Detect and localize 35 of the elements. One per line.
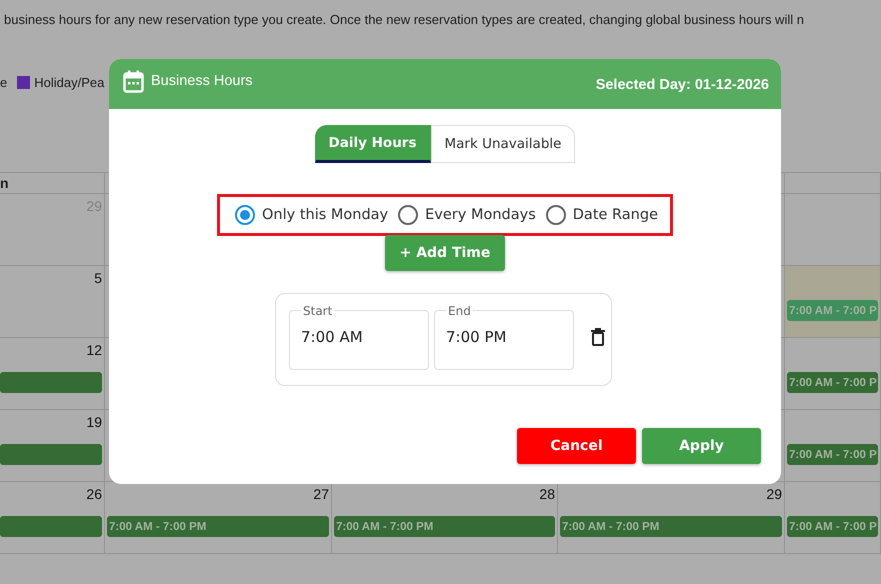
time-field[interactable]: Start 7:00 AM	[289, 304, 429, 370]
intro-text: business hours for any new reservation type you create. Once the new reservation types are created, changing global business hours will n	[4, 12, 804, 28]
day-number: 26	[86, 486, 102, 504]
radio-label[interactable]: Date Range	[572, 207, 658, 223]
dialog-title: Business Hours	[151, 73, 253, 91]
day-number: 5	[94, 270, 102, 288]
radio-label[interactable]: Only this Monday	[262, 207, 388, 223]
radio-button[interactable]	[235, 205, 255, 225]
event-bar[interactable]: 7:00 AM - 7:00 P	[787, 300, 878, 321]
day-number: 27	[313, 486, 329, 504]
tab[interactable]: Daily Hours	[314, 125, 430, 163]
event-bar[interactable]: 7:00 AM - 7:00 P	[787, 372, 878, 393]
delete-icon[interactable]	[591, 328, 605, 346]
tab[interactable]: Mark Unavailable	[430, 125, 576, 163]
event-bar[interactable]: 7:00 AM - 7:00 P	[787, 444, 878, 465]
radio-button[interactable]	[546, 205, 566, 225]
day-number: 29	[766, 486, 782, 504]
calendar-icon	[123, 70, 144, 93]
event-bar[interactable]: 7:00 AM - 7:00 PM	[560, 516, 782, 537]
day-number: 12	[86, 342, 102, 360]
legend-label: e	[0, 74, 8, 90]
column-header: n	[0, 173, 105, 194]
radio-button[interactable]	[398, 205, 418, 225]
day-number: 19	[86, 414, 102, 432]
cancel-button[interactable]: Cancel	[517, 428, 636, 464]
event-bar[interactable]: 7:00 AM - 7:00 P	[787, 516, 878, 537]
add-time-button[interactable]: + Add Time	[385, 235, 505, 271]
apply-button[interactable]: Apply	[642, 428, 761, 464]
selected-day-text: Selected Day: 01-12-2026	[596, 77, 769, 93]
day-number: 28	[539, 486, 555, 504]
time-field[interactable]: End 7:00 PM	[434, 304, 574, 370]
legend-label: Holiday/Pea	[34, 74, 104, 90]
event-bar[interactable]: 7:00 AM - 7:00 PM	[107, 516, 329, 537]
event-bar[interactable]: 7:00 AM - 7:00 PM	[334, 516, 555, 537]
radio-label[interactable]: Every Mondays	[425, 207, 536, 223]
